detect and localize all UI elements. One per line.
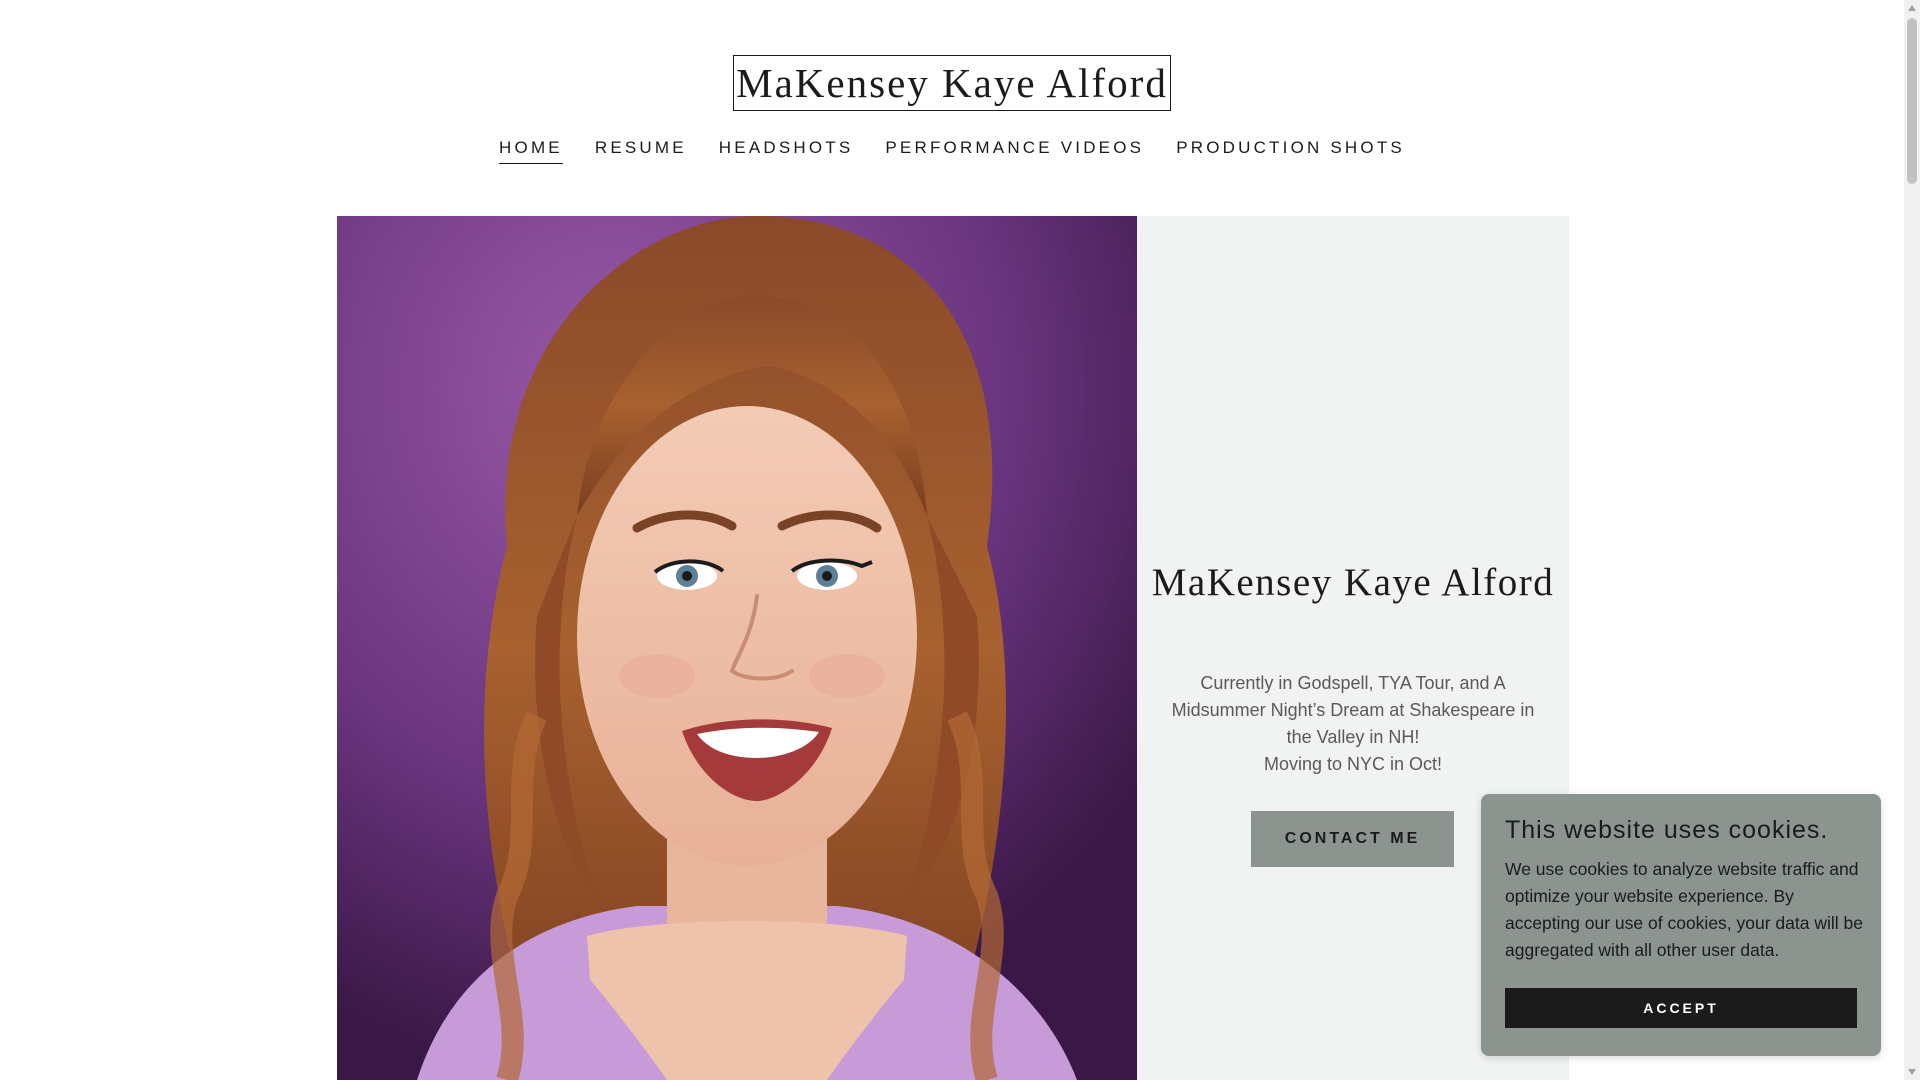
hero-description-line-1: Currently in Godspell, TYA Tour, and A M…	[1171, 673, 1535, 747]
scroll-up-arrow-icon[interactable]	[1904, 0, 1920, 16]
nav-item-headshots[interactable]: HEADSHOTS	[719, 134, 854, 164]
hero-description-line-2: Moving to NYC in Oct!	[1263, 754, 1443, 774]
accept-cookies-button[interactable]: ACCEPT	[1505, 988, 1857, 1028]
vertical-scrollbar[interactable]	[1904, 0, 1920, 1080]
main-nav: HOME RESUME HEADSHOTS PERFORMANCE VIDEOS…	[0, 134, 1904, 168]
scroll-down-arrow-icon[interactable]	[1904, 1064, 1920, 1080]
nav-item-resume[interactable]: RESUME	[595, 134, 687, 164]
cookie-banner: This website uses cookies. We use cookie…	[1481, 794, 1881, 1056]
scrollbar-thumb[interactable]	[1907, 18, 1917, 184]
cookie-banner-title: This website uses cookies.	[1505, 816, 1829, 844]
hero-heading: MaKensey Kaye Alford	[1151, 561, 1555, 604]
headshot-illustration	[337, 216, 1137, 1080]
headshot-photo	[337, 216, 1137, 1080]
nav-item-performance-videos[interactable]: PERFORMANCE VIDEOS	[885, 134, 1144, 164]
site-title: MaKensey Kaye Alford	[736, 60, 1168, 106]
cookie-banner-body: We use cookies to analyze website traffi…	[1505, 859, 1863, 960]
nav-item-home[interactable]: HOME	[499, 134, 563, 164]
page: MaKensey Kaye Alford HOME RESUME HEADSHO…	[0, 0, 1904, 1080]
nav-item-production-shots[interactable]: PRODUCTION SHOTS	[1176, 134, 1405, 164]
hero-description: Currently in Godspell, TYA Tour, and A M…	[1170, 670, 1536, 778]
contact-me-button[interactable]: CONTACT ME	[1251, 811, 1454, 867]
site-logo[interactable]: MaKensey Kaye Alford	[733, 55, 1171, 111]
